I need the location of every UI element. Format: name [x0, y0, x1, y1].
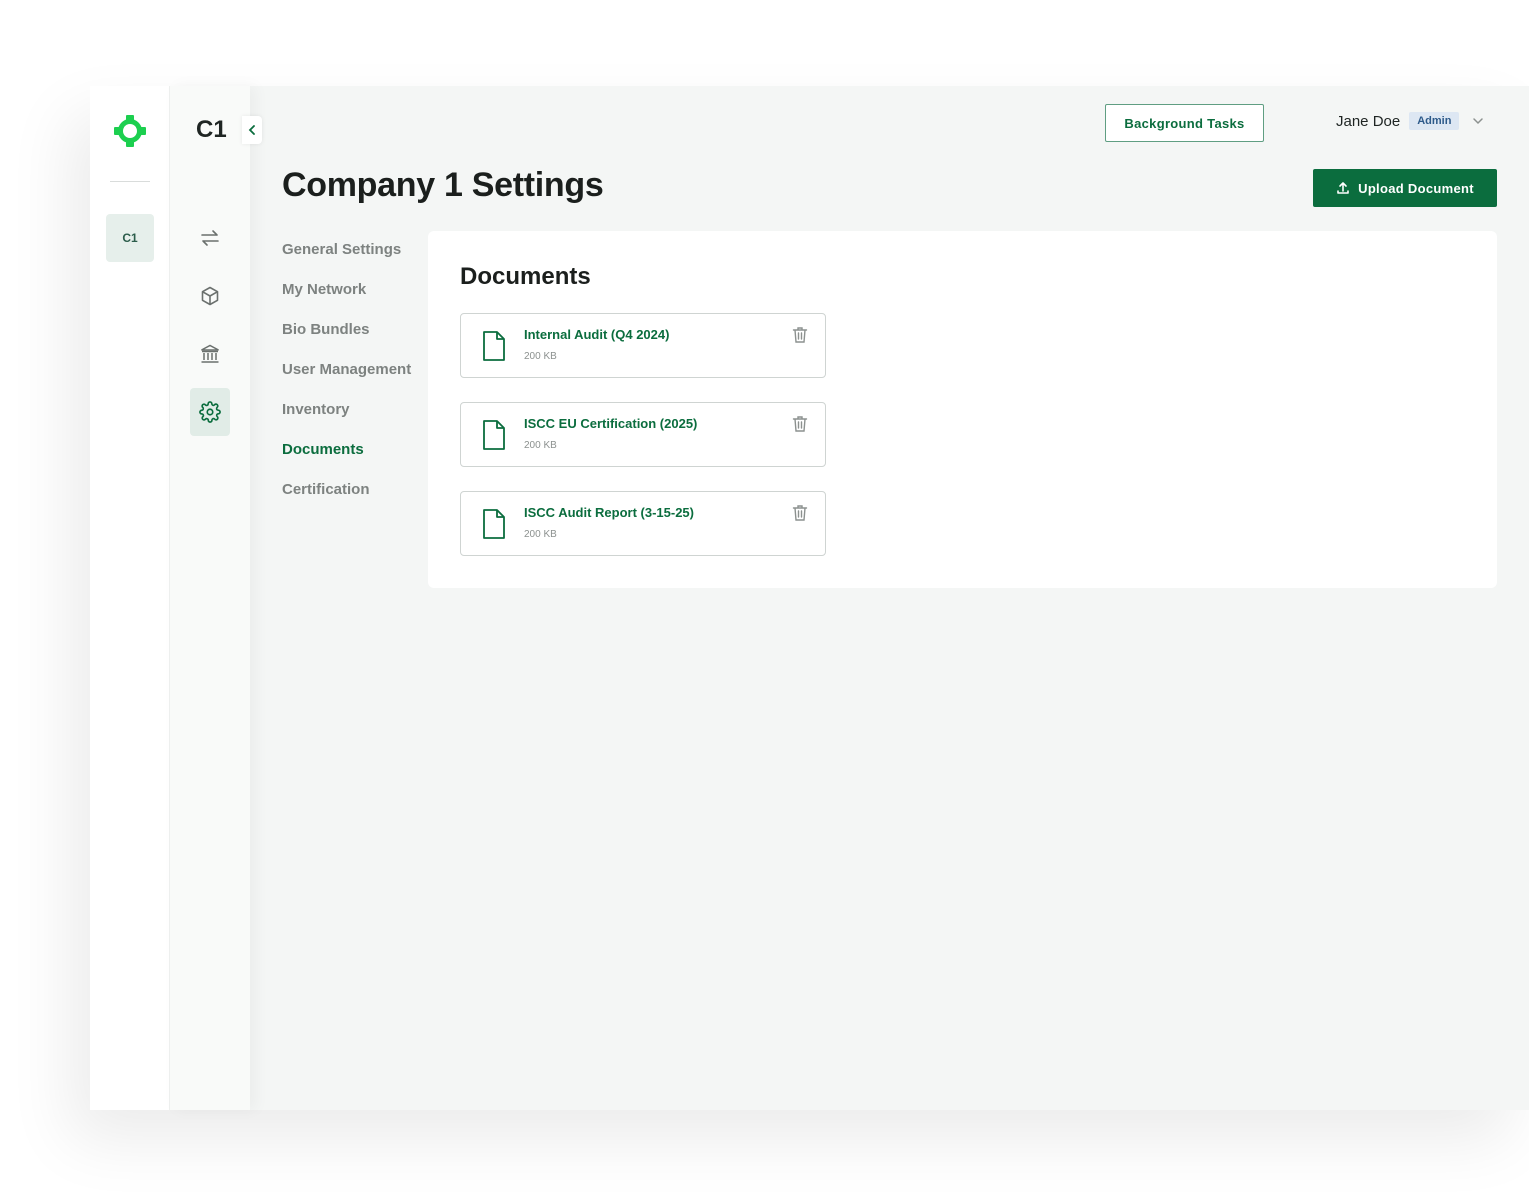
- background-tasks-button[interactable]: Background Tasks: [1105, 104, 1264, 142]
- box-icon: [201, 286, 219, 306]
- trash-icon[interactable]: [792, 326, 808, 344]
- trash-icon[interactable]: [792, 415, 808, 433]
- logo-icon[interactable]: [112, 113, 148, 149]
- org-rail: C1: [90, 86, 170, 1110]
- page-title: Company 1 Settings: [282, 166, 604, 204]
- documents-title: Documents: [460, 263, 591, 290]
- document-size: 200 KB: [524, 440, 557, 451]
- file-icon: [483, 509, 505, 539]
- document-size: 200 KB: [524, 529, 557, 540]
- nav-institution[interactable]: [190, 330, 230, 378]
- settings-nav-inventory[interactable]: Inventory: [282, 398, 411, 438]
- settings-nav-documents[interactable]: Documents: [282, 438, 411, 478]
- nav-inventory[interactable]: [190, 272, 230, 320]
- document-card[interactable]: Internal Audit (Q4 2024) 200 KB: [460, 313, 826, 378]
- gear-icon: [199, 401, 221, 423]
- settings-nav-bio-bundles[interactable]: Bio Bundles: [282, 318, 411, 358]
- nav-settings[interactable]: [190, 388, 230, 436]
- document-name[interactable]: Internal Audit (Q4 2024): [524, 327, 669, 342]
- company-short-title: C1: [196, 116, 227, 143]
- role-badge: Admin: [1409, 112, 1460, 130]
- settings-nav-user-management[interactable]: User Management: [282, 358, 411, 398]
- chevron-left-icon: [248, 125, 255, 135]
- settings-nav: General Settings My Network Bio Bundles …: [282, 238, 411, 518]
- rail-divider: [110, 181, 150, 182]
- user-name: Jane Doe: [1336, 112, 1401, 130]
- collapse-sidebar-button[interactable]: [242, 116, 262, 144]
- settings-nav-general[interactable]: General Settings: [282, 238, 411, 278]
- org-switcher-c1[interactable]: C1: [106, 214, 154, 262]
- document-name[interactable]: ISCC Audit Report (3-15-25): [524, 505, 694, 520]
- chevron-down-icon[interactable]: [1472, 117, 1484, 125]
- settings-nav-my-network[interactable]: My Network: [282, 278, 411, 318]
- file-icon: [483, 420, 505, 450]
- app-window: C1 C1 Background Tasks Jane Doe Admin Co…: [90, 86, 1529, 1110]
- transfer-icon: [201, 230, 219, 246]
- icon-nav: C1: [170, 86, 250, 1110]
- upload-document-button[interactable]: Upload Document: [1313, 169, 1497, 207]
- document-card[interactable]: ISCC Audit Report (3-15-25) 200 KB: [460, 491, 826, 556]
- trash-icon[interactable]: [792, 504, 808, 522]
- nav-transfers[interactable]: [190, 214, 230, 262]
- documents-panel: Documents Internal Audit (Q4 2024) 200 K…: [428, 231, 1497, 588]
- upload-icon: [1337, 182, 1349, 194]
- document-card[interactable]: ISCC EU Certification (2025) 200 KB: [460, 402, 826, 467]
- user-menu[interactable]: Jane Doe Admin: [1336, 112, 1484, 130]
- upload-document-label: Upload Document: [1358, 180, 1474, 196]
- file-icon: [483, 331, 505, 361]
- bank-icon: [201, 344, 219, 363]
- document-name[interactable]: ISCC EU Certification (2025): [524, 416, 697, 431]
- document-size: 200 KB: [524, 351, 557, 362]
- settings-nav-certification[interactable]: Certification: [282, 478, 411, 518]
